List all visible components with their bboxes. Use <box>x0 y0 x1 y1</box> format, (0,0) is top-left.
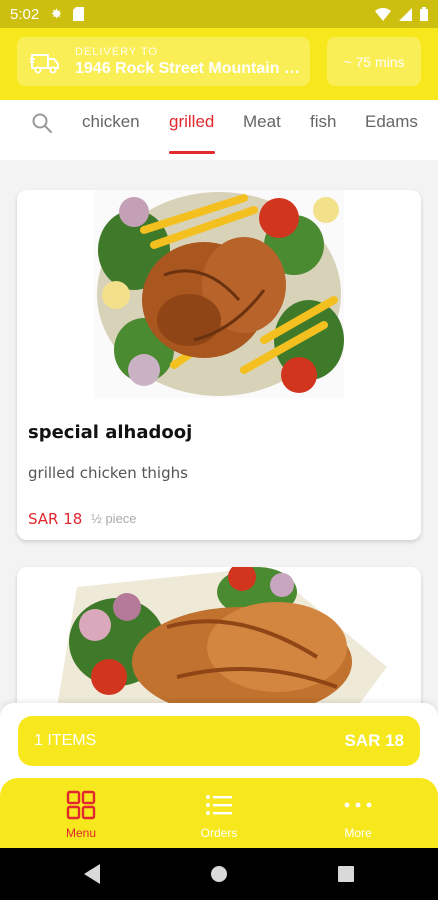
category-tabs: chicken grilled Meat fish Edams <box>0 100 438 160</box>
app-header: DELIVERY TO 1946 Rock Street Mountain Ho… <box>0 28 438 100</box>
more-dots-icon <box>344 802 372 808</box>
status-time: 5:02 <box>10 5 40 23</box>
nav-label-orders: Orders <box>200 826 238 840</box>
tab-fish[interactable]: fish <box>310 112 336 132</box>
home-icon[interactable] <box>210 865 228 883</box>
cart-items-count: 1 ITEMS <box>34 732 97 749</box>
nav-item-menu[interactable]: Menu <box>41 790 121 840</box>
battery-icon <box>420 7 428 21</box>
nav-label-menu: Menu <box>65 826 97 840</box>
tab-meat[interactable]: Meat <box>243 112 281 132</box>
nav-item-more[interactable]: More <box>318 790 398 840</box>
delivery-address: 1946 Rock Street Mountain Home, Arkansas <box>75 59 305 77</box>
grid-icon <box>66 790 96 820</box>
tab-chicken[interactable]: chicken <box>82 112 140 132</box>
wifi-icon <box>375 7 391 21</box>
back-icon[interactable] <box>82 863 102 885</box>
product-unit: ½ piece <box>91 511 137 526</box>
nav-item-orders[interactable]: Orders <box>179 790 259 840</box>
product-card[interactable]: special alhadooj grilled chicken thighs … <box>17 190 421 540</box>
signal-icon <box>399 7 412 21</box>
product-description: grilled chicken thighs <box>28 464 188 482</box>
product-price: SAR 18 <box>28 510 83 528</box>
bottom-navigation: Menu Orders More <box>0 778 438 848</box>
search-icon[interactable] <box>31 112 53 134</box>
sim-card-icon <box>73 7 85 21</box>
delivery-time: ~ 75 mins <box>343 53 405 70</box>
recents-icon[interactable] <box>338 866 354 882</box>
tab-grilled[interactable]: grilled <box>169 112 214 132</box>
delivery-address-selector[interactable]: DELIVERY TO 1946 Rock Street Mountain Ho… <box>17 37 310 86</box>
view-cart-button[interactable]: 1 ITEMS SAR 18 <box>18 716 420 766</box>
delivery-time-badge: ~ 75 mins <box>327 37 421 86</box>
grilled-chicken-image <box>94 190 344 398</box>
delivery-label: DELIVERY TO <box>75 45 158 58</box>
product-title: special alhadooj <box>28 422 193 443</box>
cart-total: SAR 18 <box>344 731 404 750</box>
tab-edams[interactable]: Edams <box>365 112 418 132</box>
tab-active-indicator <box>169 151 215 154</box>
list-icon <box>206 795 232 815</box>
status-bar: 5:02 <box>0 0 438 28</box>
grilled-chicken-image <box>17 567 421 707</box>
delivery-truck-icon <box>30 53 59 73</box>
system-navigation-bar <box>0 848 438 900</box>
settings-gear-icon <box>52 8 62 19</box>
nav-label-more: More <box>344 826 372 840</box>
